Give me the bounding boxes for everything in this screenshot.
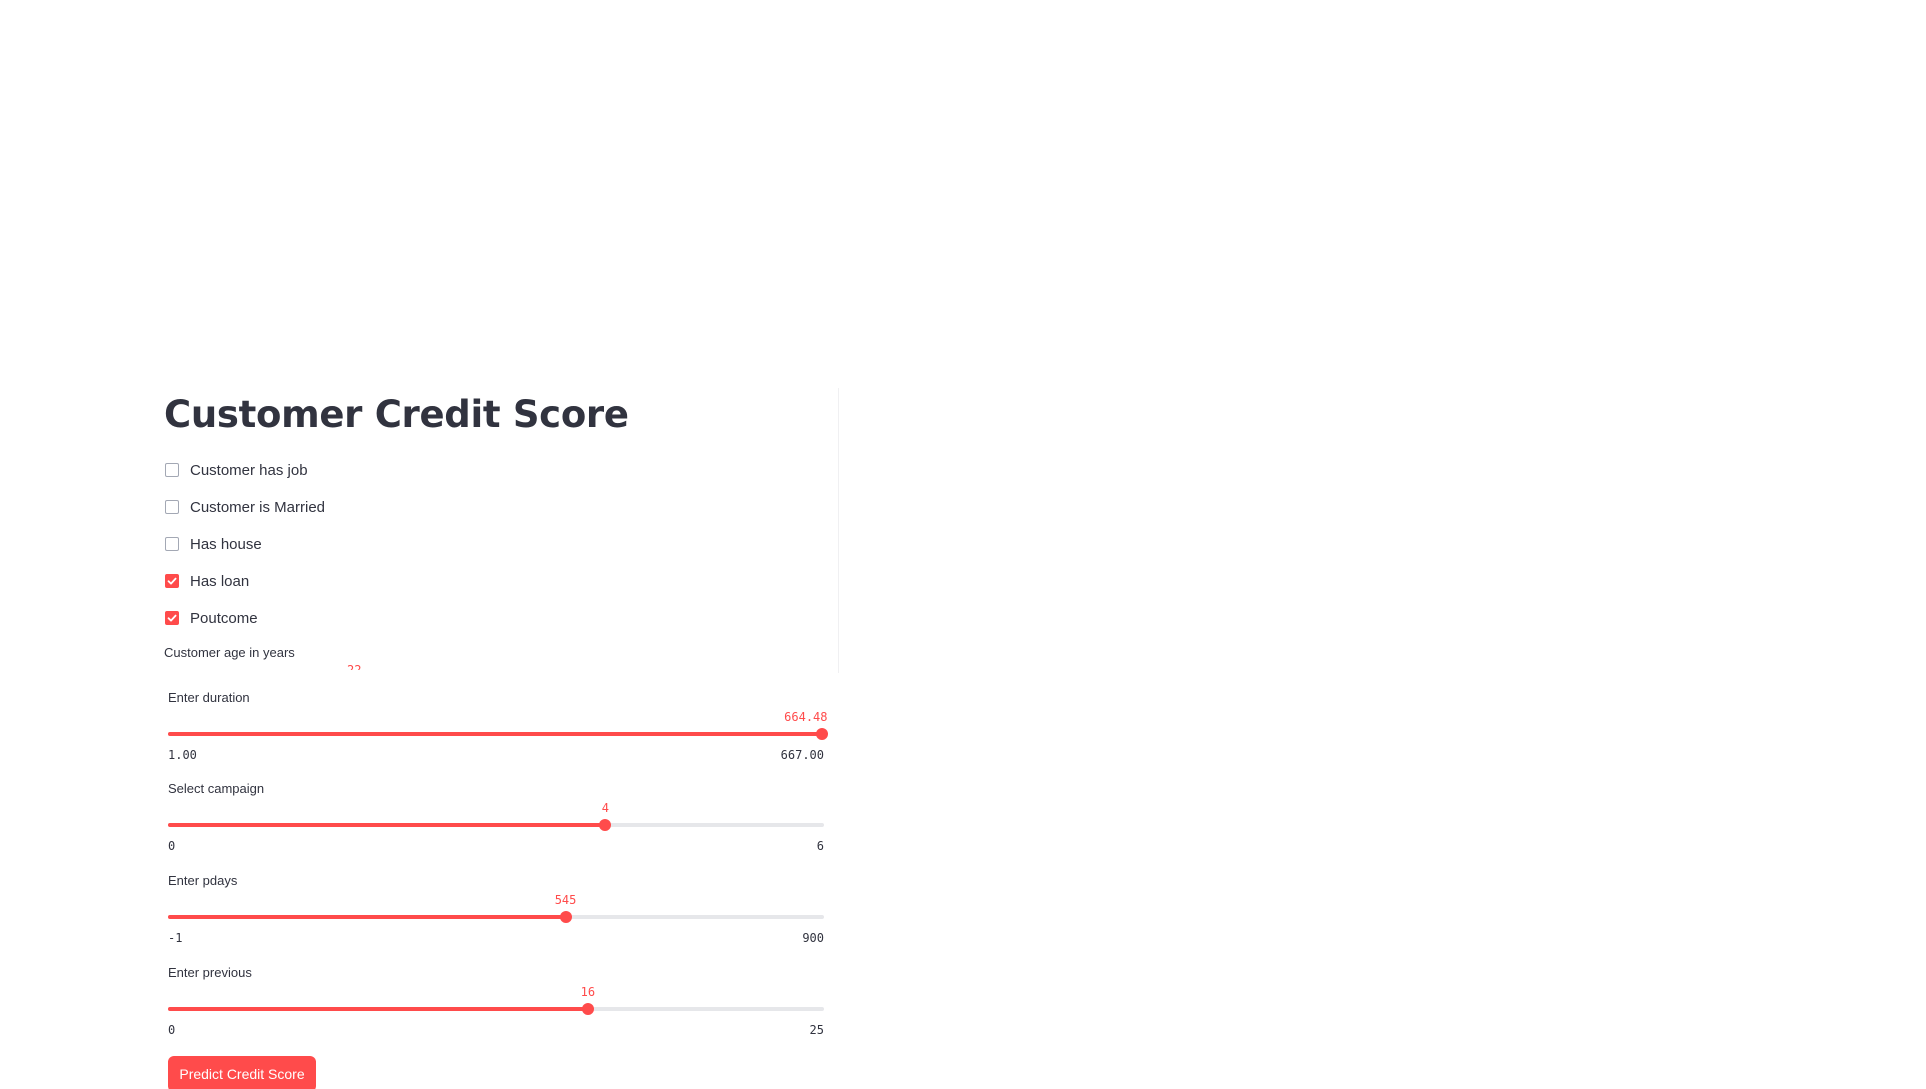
checkbox-label: Customer has job — [190, 461, 308, 479]
slider-max-label: 6 — [816, 839, 824, 853]
slider-value: 4 — [601, 801, 609, 815]
column-divider — [838, 388, 839, 673]
checkbox-box[interactable] — [165, 463, 179, 477]
checkbox-customer-is-married[interactable]: Customer is Married — [165, 496, 325, 518]
slider-fill — [168, 1007, 588, 1011]
slider-min-label: -1 — [168, 931, 183, 945]
checkbox-has-loan[interactable]: Has loan — [165, 570, 249, 592]
slider-thumb[interactable] — [581, 1003, 594, 1015]
slider-fill — [168, 732, 822, 736]
duration-slider[interactable]: 664.48 1.00 667.00 — [168, 703, 828, 763]
checkbox-poutcome[interactable]: Poutcome — [165, 607, 258, 629]
slider-max-label: 667.00 — [780, 748, 824, 762]
slider-value: 16 — [580, 985, 596, 999]
checkmark-icon — [167, 614, 177, 622]
checkbox-label: Has house — [190, 535, 262, 553]
pdays-slider[interactable]: 545 -1 900 — [168, 886, 824, 946]
slider-fill — [168, 823, 606, 827]
predict-credit-score-button[interactable]: Predict Credit Score — [168, 1056, 316, 1089]
previous-slider[interactable]: 16 0 25 — [168, 978, 824, 1038]
checkbox-label: Customer is Married — [190, 498, 326, 516]
slider-max-label: 25 — [809, 1023, 824, 1037]
checkbox-box[interactable] — [165, 537, 179, 551]
slider-thumb[interactable] — [559, 911, 572, 923]
checkbox-box[interactable] — [165, 611, 179, 625]
slider-min-label: 0 — [168, 839, 176, 853]
slider-min-label: 0 — [168, 1023, 176, 1037]
campaign-slider[interactable]: 4 0 6 — [168, 794, 824, 854]
slider-value: 664.48 — [784, 710, 828, 724]
page-title: Customer Credit Score — [164, 393, 629, 436]
slider-fill — [168, 915, 566, 919]
slider-value: 545 — [554, 893, 577, 907]
checkbox-customer-has-job[interactable]: Customer has job — [165, 459, 308, 481]
checkbox-box[interactable] — [165, 574, 179, 588]
checkbox-label: Has loan — [190, 572, 250, 590]
slider-thumb[interactable] — [815, 728, 828, 740]
age-slider-value: 22 — [347, 664, 361, 670]
checkmark-icon — [167, 577, 177, 585]
age-slider-label: Customer age in years — [164, 645, 295, 660]
checkbox-box[interactable] — [165, 500, 179, 514]
checkbox-has-house[interactable]: Has house — [165, 533, 262, 555]
checkbox-label: Poutcome — [190, 609, 258, 627]
streamlit-page: Customer Credit Score Customer has job C… — [0, 0, 1926, 1089]
slider-min-label: 1.00 — [168, 748, 197, 762]
slider-max-label: 900 — [802, 931, 824, 945]
slider-thumb[interactable] — [599, 819, 612, 831]
